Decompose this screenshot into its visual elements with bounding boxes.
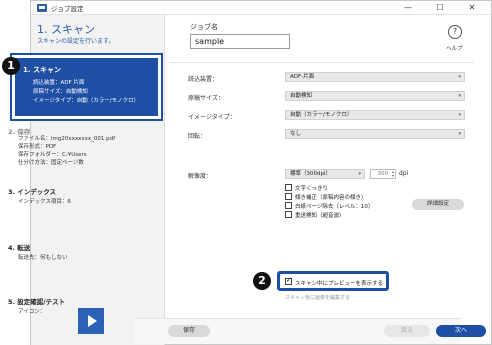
sidebar-item-scan-title: 1. スキャン <box>23 66 61 74</box>
doc-size-select[interactable]: 自動検知 ▾ <box>285 91 465 101</box>
page-title: 1. スキャン <box>37 23 95 36</box>
index-count: インデックス項目：6 <box>18 199 71 205</box>
divider <box>170 62 474 63</box>
skip-blank-checkbox[interactable] <box>285 202 292 209</box>
scan-device-select[interactable]: ADF-片面 ▾ <box>285 72 465 82</box>
minimize-button[interactable]: — <box>395 1 421 15</box>
job-settings-window: ジョブ設定 — ☐ ✕ 1. スキャン スキャンの設定を行います。 <box>30 0 492 345</box>
rotation-value: なし <box>290 131 302 137</box>
rotation-label: 回転： <box>188 133 207 140</box>
sharpen-text-checkbox[interactable] <box>285 184 292 191</box>
window-title: ジョブ設定 <box>51 5 84 13</box>
chevron-down-icon: ▾ <box>358 171 361 177</box>
chevron-down-icon: ▾ <box>458 131 461 137</box>
preview-label: スキャン中にプレビューを表示する <box>295 281 384 287</box>
doc-size-summary: 原稿サイズ：自動検知 <box>33 89 88 95</box>
icon-label: アイコン： <box>18 309 46 315</box>
save-sort-method: 仕分け方法：固定ページ数 <box>18 160 84 166</box>
resolution-select[interactable]: 標準（300dpi） ▾ <box>285 169 365 179</box>
resolution-unit: dpi <box>399 170 409 177</box>
chevron-down-icon: ▾ <box>458 112 461 118</box>
resolution-number: 300 <box>377 171 389 177</box>
job-name-label: ジョブ名 <box>190 23 218 31</box>
save-folder: 保存フォルダー：C:¥Users <box>18 152 87 158</box>
detail-settings-button[interactable]: 詳細設定 <box>412 199 464 210</box>
scan-device-value: ADF-片面 <box>290 74 315 80</box>
image-type-value: 自動（カラー/モノクロ） <box>290 112 353 118</box>
deskew-checkbox[interactable] <box>285 193 292 200</box>
save-format: 保存形式：PDF <box>18 144 57 150</box>
job-name-field[interactable] <box>190 34 290 49</box>
chevron-down-icon: ▾ <box>458 93 461 99</box>
title-bar: ジョブ設定 — ☐ ✕ <box>31 1 491 15</box>
callout-marker-2: 2 <box>253 272 271 290</box>
scan-device-summary: 読込装置：ADF 片面 <box>33 80 85 86</box>
callout-marker-1: 1 <box>2 57 20 75</box>
resolution-label: 解像度： <box>188 173 213 180</box>
resolution-value: 標準（300dpi） <box>290 171 332 177</box>
double-feed-checkbox[interactable] <box>285 211 292 218</box>
deskew-label: 傾き補正（原稿内容の傾き） <box>295 195 367 201</box>
page-subtitle: スキャンの設定を行います。 <box>37 38 115 45</box>
doc-size-value: 自動検知 <box>290 93 313 99</box>
sharpen-text-label: 文字くっきり <box>295 186 329 192</box>
close-button[interactable]: ✕ <box>459 1 485 15</box>
skip-blank-label: 白紙ページ除去（レベル：10） <box>295 204 374 210</box>
save-button[interactable]: 保存 <box>168 325 210 337</box>
rotation-select[interactable]: なし ▾ <box>285 129 465 139</box>
sidebar-item-index[interactable]: 3. インデックス <box>8 186 56 196</box>
doc-size-label: 原稿サイズ： <box>188 95 224 102</box>
image-type-summary: イメージタイプ：自動（カラー/モノクロ） <box>33 98 140 104</box>
question-circle-icon[interactable]: ? <box>448 25 462 39</box>
maximize-button[interactable]: ☐ <box>427 1 453 15</box>
chevron-down-icon: ▾ <box>458 74 461 80</box>
image-type-select[interactable]: 自動（カラー/モノクロ） ▾ <box>285 110 465 120</box>
preview-checkbox[interactable] <box>285 276 292 285</box>
spinner-arrows-icon[interactable]: ▴ ▾ <box>392 170 394 178</box>
help-label[interactable]: ヘルプ <box>446 44 463 52</box>
image-type-label: イメージタイプ： <box>188 114 236 121</box>
sidebar-item-confirm-test[interactable]: 5. 設定確認/テスト <box>8 296 65 306</box>
sidebar-item-scan[interactable]: 1. スキャン 読込装置：ADF 片面 原稿サイズ：自動検知 イメージタイプ：自… <box>12 55 161 119</box>
sidebar-item-transfer[interactable]: 4. 転送 <box>8 242 30 252</box>
edit-after-scan-label: スキャン後に画像を編集する <box>285 295 351 301</box>
save-filename: ファイル名：img20xxxxxxx_001.pdf <box>18 136 116 142</box>
double-feed-label: 重送検知（超音波） <box>295 213 345 219</box>
back-button[interactable]: 戻る <box>384 325 430 337</box>
resolution-spinner[interactable]: 300 ▴ ▾ <box>370 169 396 179</box>
play-icon <box>78 308 104 334</box>
next-button[interactable]: 次へ <box>436 325 486 337</box>
transfer-destination: 転送先：何もしない <box>18 255 68 261</box>
scanner-app-icon <box>37 4 47 12</box>
scan-device-label: 読込装置： <box>188 76 219 83</box>
